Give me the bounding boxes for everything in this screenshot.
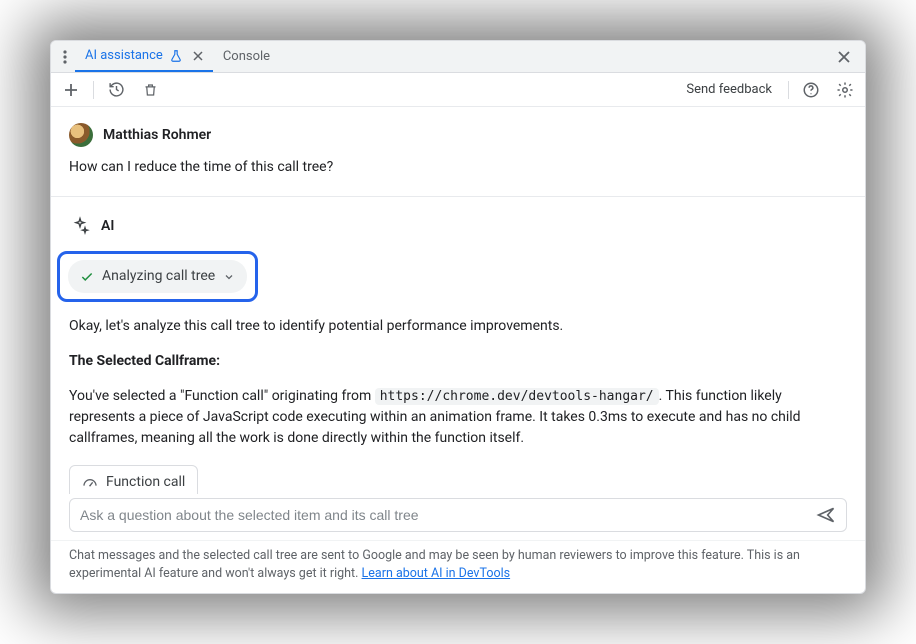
divider [788,81,789,99]
ai-header: AI [69,215,847,237]
toolbar: Send feedback [51,73,865,107]
new-chat-button[interactable] [59,78,83,102]
history-button[interactable] [104,78,128,102]
status-highlight: Analyzing call tree [57,251,258,302]
chat-input[interactable] [80,507,808,523]
chat-input-row [69,498,847,532]
chat-content: Matthias Rohmer How can I reduce the tim… [51,107,865,494]
send-button[interactable] [816,505,836,525]
tab-ai-assistance[interactable]: AI assistance [75,41,213,72]
gauge-icon [82,475,98,491]
analyzing-status-chip[interactable]: Analyzing call tree [68,260,247,293]
help-button[interactable] [799,78,823,102]
close-icon [837,50,851,64]
user-message: How can I reduce the time of this call t… [69,157,847,178]
tab-label: AI assistance [85,48,163,63]
function-chip-label: Function call [106,472,185,493]
check-icon [80,270,94,284]
ai-paragraph: You've selected a "Function call" origin… [69,386,847,449]
disclaimer-footer: Chat messages and the selected call tree… [51,540,865,593]
function-call-chip[interactable]: Function call [69,465,198,494]
close-icon [193,51,203,61]
flask-icon [169,49,183,63]
ai-heading: The Selected Callframe: [69,353,220,369]
sparkle-icon [69,215,91,237]
user-name: Matthias Rohmer [103,125,211,146]
help-icon [802,81,820,99]
send-icon [816,505,836,525]
more-tabs-button[interactable] [55,50,75,64]
history-icon [108,81,125,98]
divider [51,196,865,197]
status-label: Analyzing call tree [102,266,215,287]
gear-icon [836,81,854,99]
ai-message: Okay, let's analyze this call tree to id… [69,316,847,494]
tab-console[interactable]: Console [213,41,280,72]
trash-icon [143,82,158,98]
chevron-down-icon [223,271,235,283]
close-tab-button[interactable] [193,51,203,61]
devtools-panel: AI assistance Console Send feedback [50,40,866,594]
divider [93,81,94,99]
ai-intro: Okay, let's analyze this call tree to id… [69,316,847,337]
plus-icon [63,82,79,98]
ai-label: AI [101,216,114,237]
learn-more-link[interactable]: Learn about AI in DevTools [362,566,511,581]
close-panel-button[interactable] [827,50,861,64]
tab-label: Console [223,49,270,64]
user-header: Matthias Rohmer [69,123,847,147]
delete-button[interactable] [138,78,162,102]
tab-bar: AI assistance Console [51,41,865,73]
settings-button[interactable] [833,78,857,102]
code-url: https://chrome.dev/devtools-hangar/ [375,388,659,405]
avatar [69,123,93,147]
send-feedback-link[interactable]: Send feedback [680,82,778,97]
kebab-icon [63,50,67,64]
